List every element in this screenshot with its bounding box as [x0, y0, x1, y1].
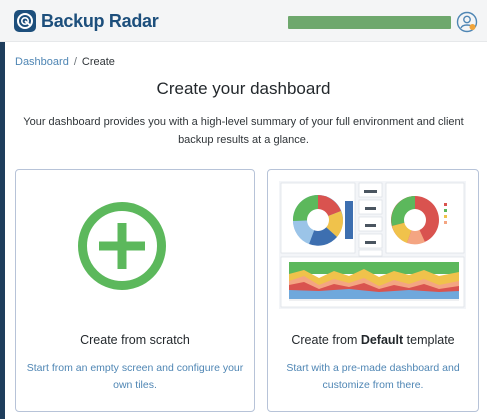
page-title: Create your dashboard [156, 79, 331, 98]
template-title-bold: Default [360, 333, 404, 347]
breadcrumb-dashboard-link[interactable]: Dashboard [15, 56, 69, 68]
user-name-redacted [288, 16, 451, 29]
scratch-card-description: Start from an empty screen and configure… [26, 362, 244, 391]
plus-circle-icon [77, 201, 167, 291]
breadcrumb: Dashboard / Create [15, 56, 115, 68]
create-from-scratch-card[interactable]: Create from scratch Start from an empty … [15, 169, 255, 412]
template-card-description: Start with a pre-made dashboard and cust… [286, 362, 460, 391]
template-card-title: Create from Default template [268, 333, 478, 347]
breadcrumb-separator: / [73, 56, 77, 68]
top-bar: Backup Radar [0, 0, 487, 42]
page-subtitle: Your dashboard provides you with a high-… [23, 116, 464, 146]
radar-logo-icon [14, 10, 36, 32]
create-from-template-card[interactable]: Create from Default template Start with … [267, 169, 479, 412]
user-avatar-icon[interactable] [456, 11, 478, 33]
breadcrumb-current: Create [81, 56, 115, 68]
template-title-prefix: Create from [291, 333, 361, 347]
template-preview-image [279, 181, 466, 309]
brand-logo[interactable]: Backup Radar [14, 9, 159, 33]
scratch-card-title: Create from scratch [80, 333, 190, 347]
template-title-suffix: template [403, 333, 455, 347]
brand-name: Backup Radar [41, 10, 159, 31]
